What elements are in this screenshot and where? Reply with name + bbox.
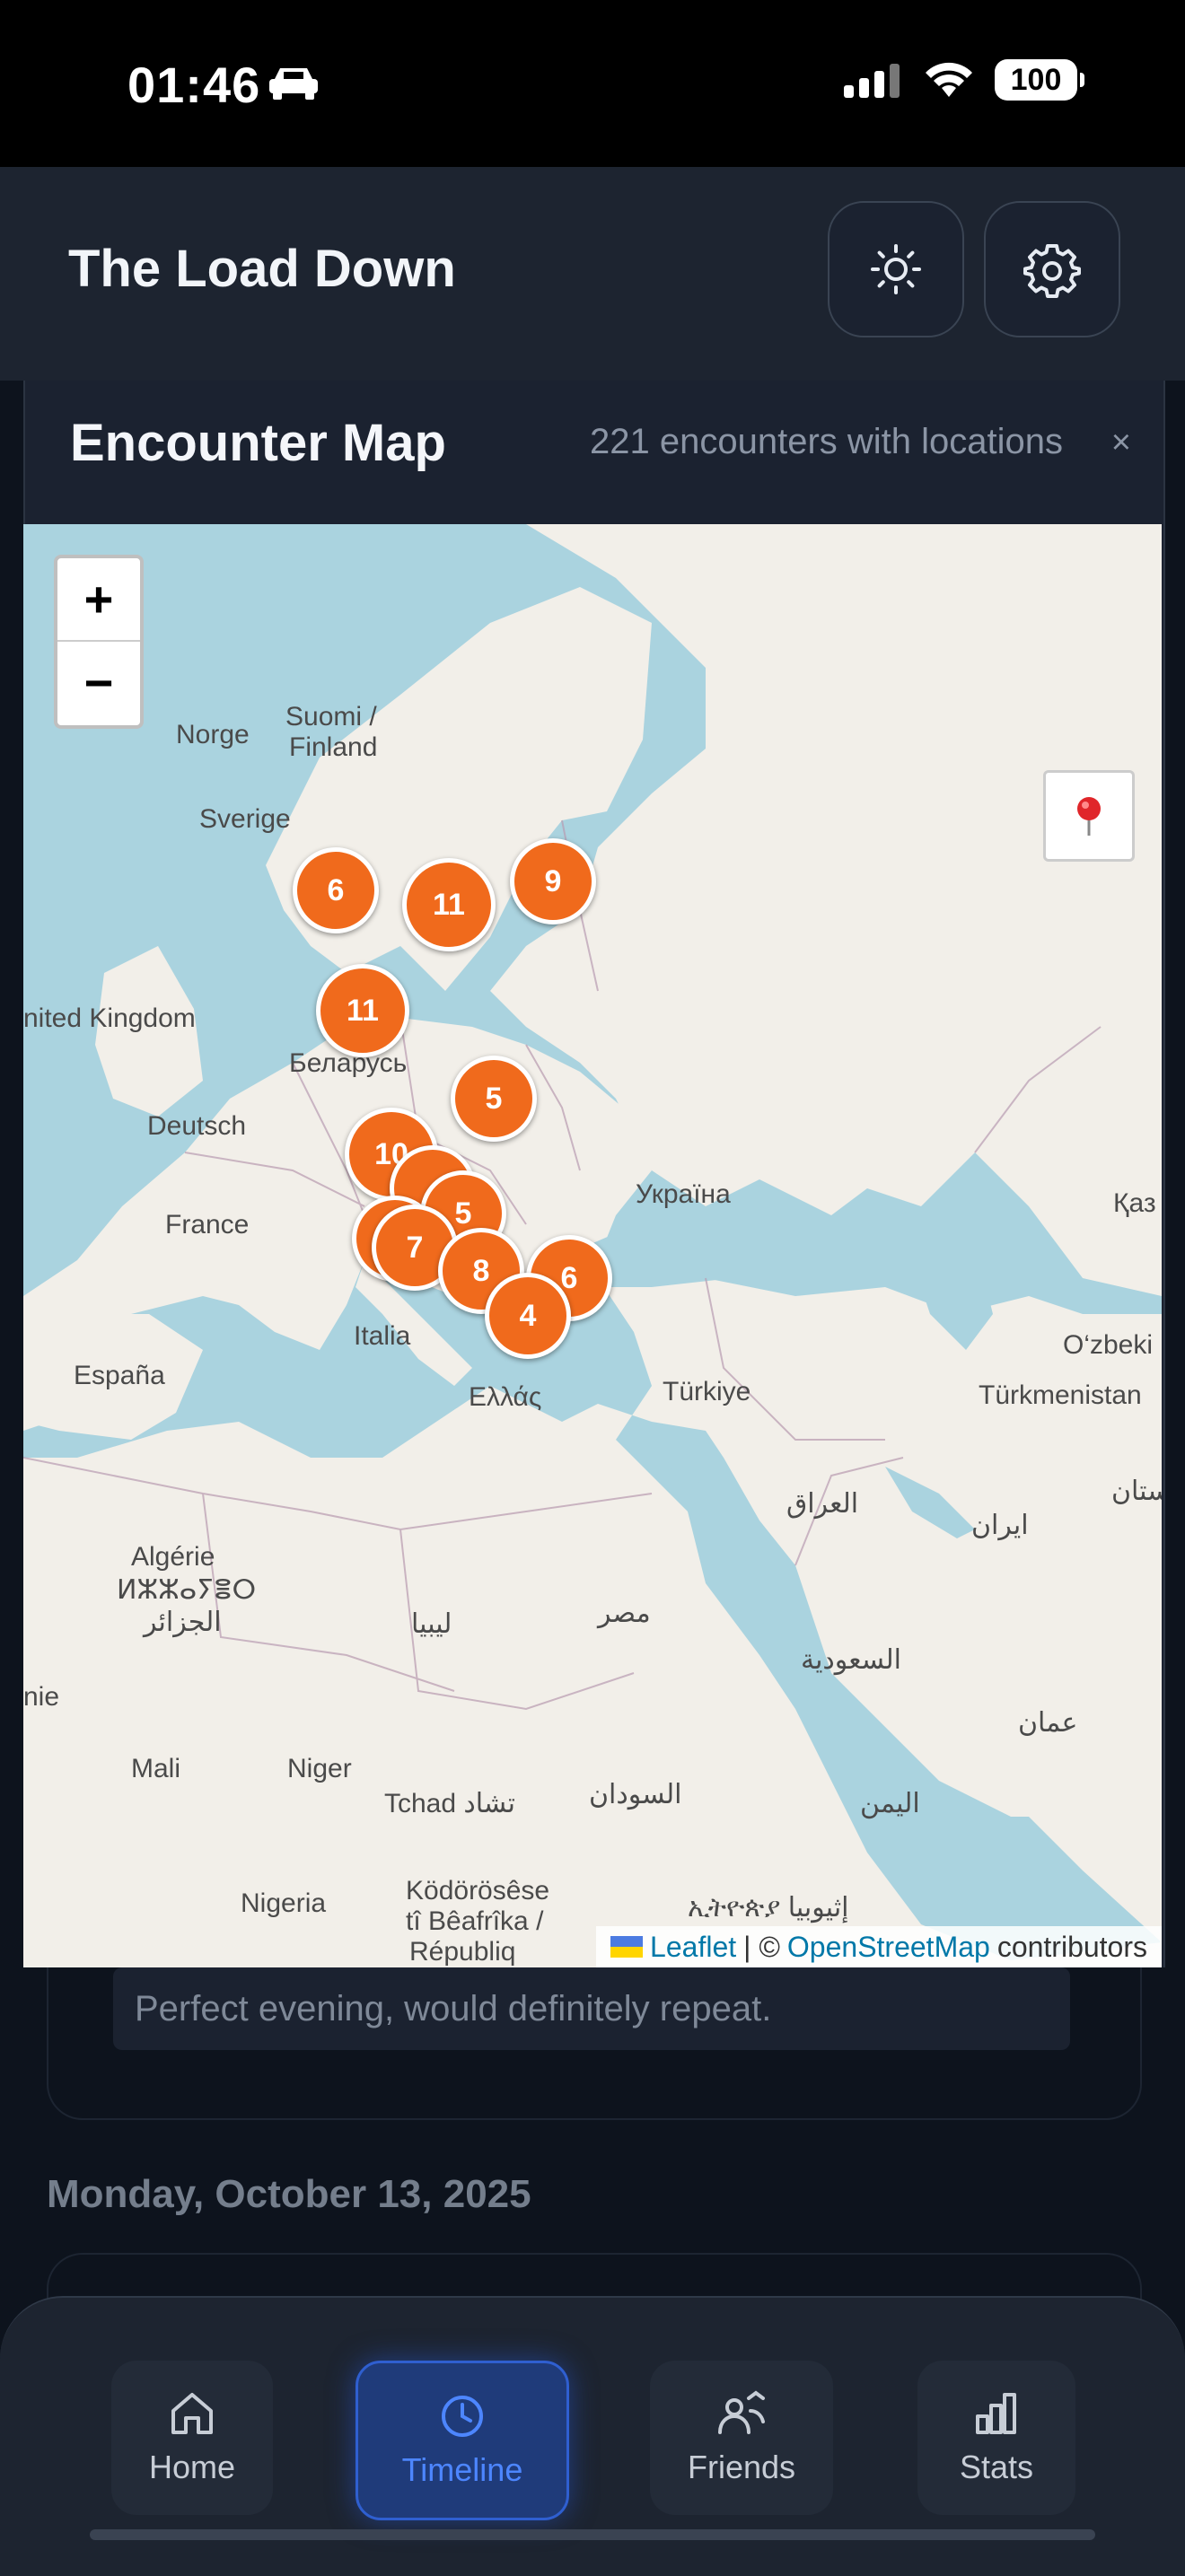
home-icon [171,2393,213,2434]
map-label: Mali [131,1754,181,1783]
cluster-marker[interactable]: 5 [451,1056,537,1142]
map-label: tî Bêafrîka / [406,1906,544,1936]
map-label: اليمن [860,1789,920,1818]
map-label: ستان [1111,1476,1162,1506]
map-label: France [165,1210,250,1240]
map-label: Ködörösêse [406,1876,550,1906]
map-label: Türkiye [663,1377,751,1406]
map-label: Finland [289,732,378,762]
map-label: Deutsch [147,1111,247,1141]
status-bar: 01:46 100 [0,0,1185,167]
map-label: Norge [176,720,250,749]
battery-indicator: 100 [995,59,1084,101]
map-pin-icon [1077,797,1101,836]
map-label: nie [23,1682,60,1712]
cluster-marker[interactable]: 9 [510,838,596,924]
map-label: Tchad تشاد [384,1789,516,1818]
map-label: Républiq [409,1937,516,1967]
encounter-note: Perfect evening, would definitely repeat… [113,1967,1070,2050]
map-label: Algérie [131,1542,215,1572]
gear-icon [1023,244,1081,298]
map-label: España [74,1361,165,1390]
friends-icon [718,2390,765,2434]
map-label: Nigeria [241,1888,327,1918]
status-time: 01:46 [127,57,261,113]
tab-label: Stats [959,2449,1034,2485]
map-label: nited Kingdom [23,1003,196,1033]
home-indicator [90,2529,1095,2540]
map-label: عمان [1018,1708,1078,1738]
close-button[interactable]: × [1111,424,1131,462]
tab-timeline[interactable]: Timeline [356,2361,569,2520]
encounter-count: 221 encounters with locations [590,422,1063,461]
map-attribution: Leaflet | © OpenStreetMap contributors [596,1926,1162,1967]
modal-title: Encounter Map [70,414,446,472]
settings-button[interactable] [984,201,1120,337]
clock-icon [442,2396,483,2437]
car-icon [269,68,318,100]
attribution-separator: | © [743,1930,780,1963]
ukraine-flag-icon [610,1936,644,1958]
sun-icon [871,244,921,294]
map-label: Niger [287,1754,352,1783]
map-label: Қаз [1113,1188,1156,1218]
theme-toggle-button[interactable] [828,201,964,337]
cluster-marker[interactable]: 4 [485,1273,571,1359]
map-label: السودان [589,1780,682,1809]
zoom-control: + − [54,555,144,729]
tab-friends[interactable]: Friends [650,2361,833,2515]
map-label: الجزائر [144,1608,222,1637]
cluster-marker[interactable]: 11 [402,858,496,951]
tab-home[interactable]: Home [111,2361,273,2515]
map-label: ایران [971,1511,1029,1540]
locate-button[interactable] [1043,770,1135,862]
tab-label: Friends [687,2449,796,2485]
cluster-marker[interactable]: 11 [316,964,409,1057]
map-label: Ελλάς [469,1382,542,1412]
tab-label: Timeline [401,2451,523,2488]
cellular-signal-icon [844,64,900,98]
map-label: ليبيا [411,1609,452,1639]
map-label: O‘zbeki [1063,1330,1154,1360]
attribution-contributors: contributors [996,1930,1147,1963]
zoom-in-button[interactable]: + [57,558,140,642]
openstreetmap-link[interactable]: OpenStreetMap [787,1931,990,1964]
map-label: Türkmenistan [979,1380,1142,1410]
map-label: مصر [598,1599,651,1628]
map-label: ኢትዮጵያ إثيوبيا [688,1893,849,1923]
map-label: Suomi / [285,702,377,732]
app-title: The Load Down [68,240,456,298]
tab-label: Home [148,2449,236,2485]
map-label: Sverige [199,804,291,834]
map-label: السعودية [801,1645,902,1675]
bar-chart-icon [976,2393,1016,2434]
wifi-icon [926,62,972,97]
leaflet-link[interactable]: Leaflet [650,1931,736,1964]
encounter-map[interactable]: Norge Suomi / Finland Sverige nited King… [23,524,1162,1967]
tab-stats[interactable]: Stats [917,2361,1075,2515]
map-label: ⵍⵣⵣⴰⵢⴻⵔ [117,1575,257,1605]
zoom-out-button[interactable]: − [57,642,140,723]
map-label: Italia [354,1321,411,1351]
map-label: العراق [786,1489,859,1519]
map-label: Україна [636,1179,731,1209]
day-header: Monday, October 13, 2025 [47,2172,531,2216]
cluster-marker[interactable]: 6 [293,847,379,933]
app-header: The Load Down [0,167,1185,382]
